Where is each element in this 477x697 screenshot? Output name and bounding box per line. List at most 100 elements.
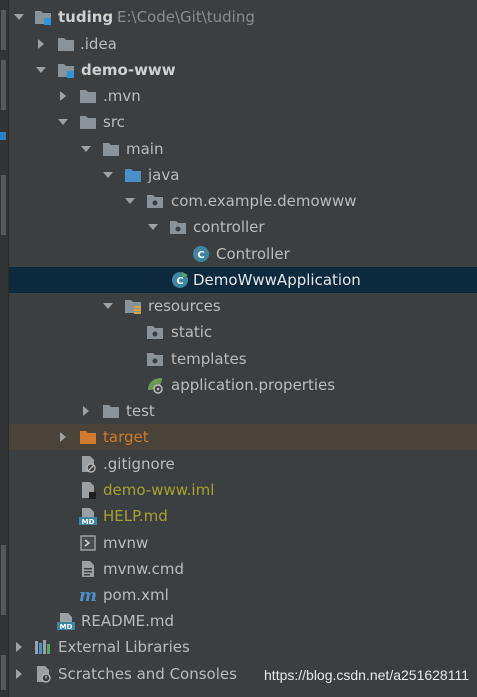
shell-script-icon (79, 534, 97, 552)
scratches-label: Scratches and Consoles (58, 665, 237, 683)
expand-arrow-down-icon[interactable] (124, 195, 136, 207)
tree-row-root[interactable]: tuding E:\Code\Git\tuding (9, 4, 477, 30)
controller-package-label: controller (193, 218, 265, 236)
module-folder-icon (34, 8, 52, 26)
java-label: java (148, 166, 180, 184)
expand-arrow-right-icon[interactable] (57, 90, 69, 102)
tree-row-main[interactable]: main (9, 136, 477, 162)
tree-row-src[interactable]: src (9, 109, 477, 135)
expand-arrow-down-icon[interactable] (57, 116, 69, 128)
tree-row-app-properties[interactable]: application.properties (9, 372, 477, 398)
watermark-text: https://blog.csdn.net/a251628111 (264, 667, 469, 683)
strip-tab-project[interactable] (1, 10, 6, 50)
folder-icon (79, 113, 97, 131)
mvnw-label: mvnw (103, 534, 149, 552)
tree-row-external-libraries[interactable]: External Libraries (9, 634, 477, 660)
resources-label: resources (148, 297, 221, 315)
strip-tab-favorites[interactable] (1, 545, 6, 615)
tree-row-iml[interactable]: demo-www.iml (9, 477, 477, 503)
static-label: static (171, 323, 213, 341)
tree-row-static[interactable]: static (9, 319, 477, 345)
class-icon: C (192, 245, 210, 263)
tree-row-idea[interactable]: .idea (9, 31, 477, 57)
expand-arrow-right-icon[interactable] (80, 405, 92, 417)
package-label: com.example.demowww (171, 192, 357, 210)
help-label: HELP.md (103, 507, 168, 525)
tree-row-mvn[interactable]: .mvn (9, 83, 477, 109)
controller-class-label: Controller (216, 245, 290, 263)
svg-text:MD: MD (82, 518, 95, 525)
spring-properties-icon (146, 376, 164, 394)
tree-row-target[interactable]: target (9, 424, 477, 450)
tree-row-readme[interactable]: MD README.md (9, 608, 477, 634)
spring-boot-icon: C (171, 271, 189, 289)
tree-row-package[interactable]: com.example.demowww (9, 188, 477, 214)
tree-row-controller-class[interactable]: C Controller (9, 241, 477, 267)
iml-label: demo-www.iml (103, 481, 215, 499)
tree-row-module[interactable]: demo-www (9, 57, 477, 83)
strip-tab-structure[interactable] (1, 60, 6, 110)
tree-row-controller-package[interactable]: controller (9, 214, 477, 240)
excluded-folder-icon (79, 428, 97, 446)
readme-label: README.md (81, 612, 175, 630)
folder-icon (102, 402, 120, 420)
markdown-icon: MD (79, 507, 97, 525)
test-label: test (126, 402, 155, 420)
maven-icon: m (79, 586, 97, 604)
package-icon (146, 323, 164, 341)
tree-row-templates[interactable]: templates (9, 346, 477, 372)
tree-row-help[interactable]: MD HELP.md (9, 503, 477, 529)
app-properties-label: application.properties (171, 376, 336, 394)
main-label: main (126, 140, 164, 158)
source-folder-icon (124, 166, 142, 184)
expand-arrow-down-icon[interactable] (147, 221, 159, 233)
src-label: src (103, 113, 125, 131)
module-label: demo-www (81, 61, 176, 79)
expand-arrow-down-icon[interactable] (102, 300, 114, 312)
tool-window-strip (0, 0, 9, 697)
svg-text:C: C (197, 250, 204, 261)
folder-icon (79, 87, 97, 105)
package-icon (146, 350, 164, 368)
strip-accent-marker (0, 132, 6, 140)
templates-label: templates (171, 350, 247, 368)
target-label: target (103, 428, 149, 446)
tree-row-app-class[interactable]: C DemoWwwApplication (9, 267, 477, 293)
expand-arrow-right-icon[interactable] (35, 38, 47, 50)
mvn-label: .mvn (103, 87, 141, 105)
mvnw-cmd-label: mvnw.cmd (103, 560, 185, 578)
resources-folder-icon (124, 297, 142, 315)
root-path: E:\Code\Git\tuding (117, 8, 255, 26)
tree-row-test[interactable]: test (9, 398, 477, 424)
tree-row-resources[interactable]: resources (9, 293, 477, 319)
idea-label: .idea (80, 35, 117, 53)
strip-tab-bottom[interactable] (1, 655, 6, 690)
svg-text:MD: MD (60, 623, 73, 630)
project-tree: tuding E:\Code\Git\tuding .idea demo-www… (9, 0, 477, 697)
expand-arrow-down-icon[interactable] (35, 64, 47, 76)
libraries-icon (34, 638, 52, 656)
folder-icon (57, 35, 75, 53)
strip-tab-web[interactable] (1, 175, 6, 235)
expand-arrow-right-icon[interactable] (13, 668, 25, 680)
pom-label: pom.xml (103, 586, 169, 604)
root-label: tuding (58, 8, 114, 26)
tree-row-pom[interactable]: m pom.xml (9, 582, 477, 608)
tree-row-mvnw[interactable]: mvnw (9, 530, 477, 556)
expand-arrow-down-icon[interactable] (13, 11, 25, 23)
expand-arrow-right-icon[interactable] (13, 641, 25, 653)
ignore-file-icon (79, 455, 97, 473)
text-file-icon (79, 560, 97, 578)
expand-arrow-right-icon[interactable] (57, 431, 69, 443)
tree-row-java[interactable]: java (9, 162, 477, 188)
expand-arrow-down-icon[interactable] (80, 143, 92, 155)
markdown-icon: MD (57, 612, 75, 630)
module-folder-icon (57, 61, 75, 79)
package-icon (146, 192, 164, 210)
expand-arrow-down-icon[interactable] (102, 169, 114, 181)
tree-row-gitignore[interactable]: .gitignore (9, 451, 477, 477)
external-libraries-label: External Libraries (58, 638, 190, 656)
app-class-label: DemoWwwApplication (193, 271, 361, 289)
svg-text:m: m (79, 586, 97, 604)
tree-row-mvnw-cmd[interactable]: mvnw.cmd (9, 556, 477, 582)
